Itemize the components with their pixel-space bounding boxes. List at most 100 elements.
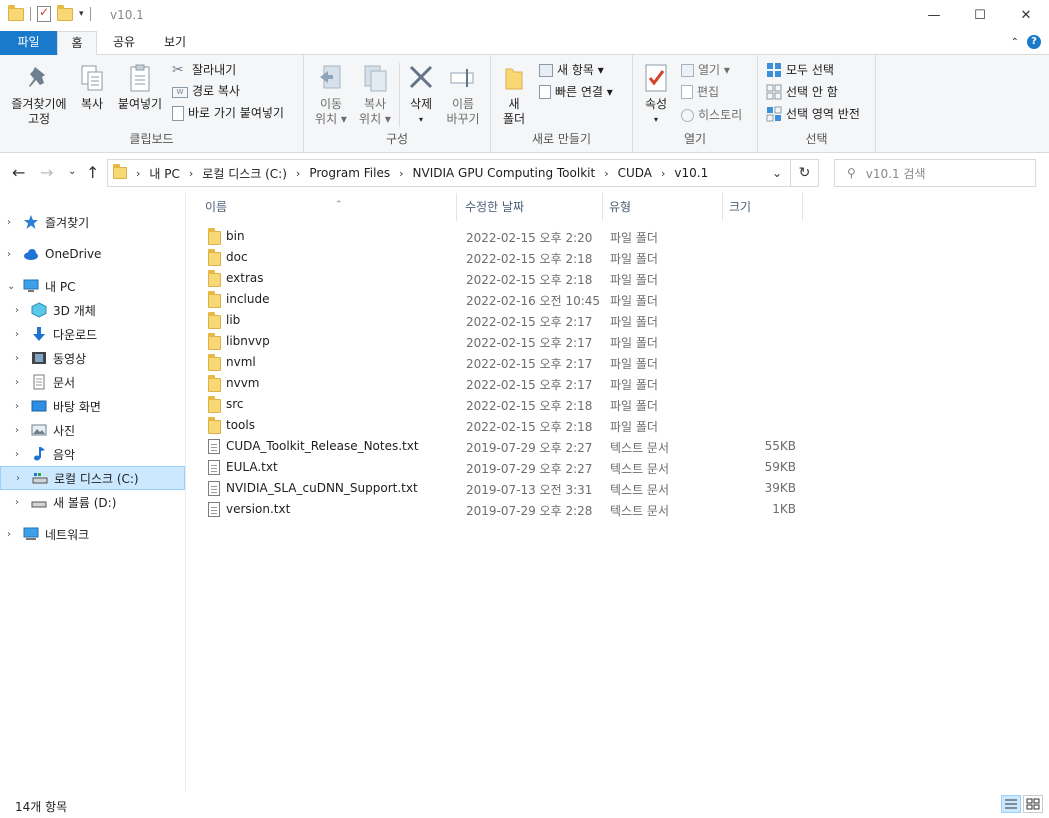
large-icons-view-button[interactable] [1023, 795, 1043, 813]
chevron-right-icon[interactable]: › [15, 329, 25, 340]
properties-button[interactable]: 속성 ▾ [641, 63, 671, 127]
easy-access-button[interactable]: 빠른 연결 ▾ [539, 82, 613, 102]
up-button[interactable]: ↑ [86, 163, 99, 182]
nav-item-documents[interactable]: › 문서 [0, 370, 185, 394]
breadcrumb-item[interactable]: 내 PC [149, 165, 179, 182]
nav-item-music[interactable]: › 음악 [0, 442, 185, 466]
breadcrumb-item[interactable]: NVIDIA GPU Computing Toolkit [413, 166, 596, 180]
file-row[interactable]: version.txt 2019-07-29 오후 2:28 텍스트 문서 1KB [199, 499, 799, 520]
help-icon[interactable]: ? [1027, 35, 1041, 49]
paste-button[interactable]: 붙여넣기 [114, 63, 166, 112]
column-header-name[interactable]: 이름 ⌃ [199, 193, 457, 221]
file-row[interactable]: nvml 2022-02-15 오후 2:17 파일 폴더 [199, 352, 799, 373]
new-folder-button[interactable]: 새 폴더 [499, 63, 529, 127]
breadcrumb-separator-icon[interactable]: › [604, 167, 608, 180]
file-row[interactable]: lib 2022-02-15 오후 2:17 파일 폴더 [199, 310, 799, 331]
file-row[interactable]: tools 2022-02-15 오후 2:18 파일 폴더 [199, 415, 799, 436]
new-folder-icon[interactable] [57, 4, 73, 21]
maximize-button[interactable]: ☐ [957, 0, 1003, 31]
breadcrumb-item[interactable]: v10.1 [674, 166, 708, 180]
breadcrumb-item[interactable]: 로컬 디스크 (C:) [202, 165, 287, 182]
delete-dropdown-icon[interactable]: ▾ [404, 112, 438, 127]
file-row[interactable]: bin 2022-02-15 오후 2:20 파일 폴더 [199, 226, 799, 247]
tab-file[interactable]: 파일 [0, 31, 57, 55]
chevron-right-icon[interactable]: › [15, 449, 25, 460]
file-row[interactable]: include 2022-02-16 오전 10:45 파일 폴더 [199, 289, 799, 310]
tab-home[interactable]: 홈 [57, 31, 97, 56]
search-box[interactable]: ⚲ v10.1 검색 [834, 159, 1036, 187]
breadcrumb-separator-icon[interactable]: › [136, 167, 140, 180]
breadcrumb-item[interactable]: Program Files [309, 166, 390, 180]
delete-button[interactable]: 삭제 ▾ [404, 63, 438, 127]
file-row[interactable]: libnvvp 2022-02-15 오후 2:17 파일 폴더 [199, 331, 799, 352]
cut-button[interactable]: ✂ 잘라내기 [172, 60, 236, 80]
breadcrumb-item[interactable]: CUDA [618, 166, 652, 180]
chevron-right-icon[interactable]: › [7, 217, 17, 228]
file-row[interactable]: extras 2022-02-15 오후 2:18 파일 폴더 [199, 268, 799, 289]
file-row[interactable]: EULA.txt 2019-07-29 오후 2:27 텍스트 문서 59KB [199, 457, 799, 478]
edit-button[interactable]: 편집 [681, 82, 719, 102]
breadcrumb-separator-icon[interactable]: › [189, 167, 193, 180]
select-all-button[interactable]: 모두 선택 [766, 60, 834, 80]
breadcrumb-separator-icon[interactable]: › [661, 167, 665, 180]
chevron-down-icon[interactable]: ⌄ [7, 281, 17, 292]
customize-toolbar-icon[interactable]: ▾ [79, 9, 84, 19]
file-row[interactable]: doc 2022-02-15 오후 2:18 파일 폴더 [199, 247, 799, 268]
file-row[interactable]: CUDA_Toolkit_Release_Notes.txt 2019-07-29… [199, 436, 799, 457]
details-view-button[interactable] [1001, 795, 1021, 813]
properties-icon[interactable] [37, 5, 51, 22]
copy-button[interactable]: 복사 [76, 63, 108, 112]
nav-item-desktop[interactable]: › 바탕 화면 [0, 394, 185, 418]
chevron-right-icon[interactable]: › [15, 497, 25, 508]
column-header-size[interactable]: 크기 [723, 193, 803, 221]
file-row[interactable]: nvvm 2022-02-15 오후 2:17 파일 폴더 [199, 373, 799, 394]
nav-item-this-pc[interactable]: ⌄ 내 PC [0, 274, 185, 298]
address-bar[interactable]: › 내 PC › 로컬 디스크 (C:) › Program Files › N… [107, 159, 819, 187]
nav-item-quick-access[interactable]: › 즐겨찾기 [0, 210, 185, 234]
column-header-type[interactable]: 유형 [603, 193, 723, 221]
tab-view[interactable]: 보기 [152, 31, 198, 55]
chevron-right-icon[interactable]: › [16, 473, 26, 484]
select-none-button[interactable]: 선택 안 함 [766, 82, 838, 102]
file-row[interactable]: src 2022-02-15 오후 2:18 파일 폴더 [199, 394, 799, 415]
chevron-right-icon[interactable]: › [15, 401, 25, 412]
recent-locations-button[interactable]: ⌄ [68, 166, 76, 177]
chevron-right-icon[interactable]: › [15, 353, 25, 364]
nav-item-local-disk-c[interactable]: › 로컬 디스크 (C:) [0, 466, 185, 490]
chevron-right-icon[interactable]: › [7, 249, 17, 260]
copy-to-button[interactable]: 복사 위치 ▾ [354, 63, 396, 127]
breadcrumb-separator-icon[interactable]: › [399, 167, 403, 180]
history-button[interactable]: 히스토리 [681, 105, 742, 125]
file-row[interactable]: NVIDIA_SLA_cuDNN_Support.txt 2019-07-13 오… [199, 478, 799, 499]
refresh-button[interactable]: ↻ [790, 160, 818, 186]
back-button[interactable]: ← [12, 163, 25, 182]
nav-item-videos[interactable]: › 동영상 [0, 346, 185, 370]
address-history-button[interactable]: ⌄ [764, 166, 790, 180]
invert-selection-button[interactable]: 선택 영역 반전 [766, 104, 860, 124]
nav-item-onedrive[interactable]: › OneDrive [0, 242, 185, 266]
copy-path-button[interactable]: W 경로 복사 [172, 81, 240, 101]
breadcrumb-separator-icon[interactable]: › [296, 167, 300, 180]
new-item-button[interactable]: 새 항목 ▾ [539, 60, 604, 80]
minimize-button[interactable]: — [911, 0, 957, 31]
chevron-right-icon[interactable]: › [15, 377, 25, 388]
chevron-right-icon[interactable]: › [15, 425, 25, 436]
nav-item-3d-objects[interactable]: › 3D 개체 [0, 298, 185, 322]
collapse-ribbon-icon[interactable]: ⌃ [1011, 37, 1019, 48]
column-header-date[interactable]: 수정한 날짜 [459, 193, 603, 221]
forward-button[interactable]: → [40, 163, 53, 182]
tab-share[interactable]: 공유 [101, 31, 147, 55]
nav-item-pictures[interactable]: › 사진 [0, 418, 185, 442]
open-button[interactable]: 열기 ▾ [681, 60, 730, 80]
pin-to-quick-access-button[interactable]: 즐겨찾기에 고정 [6, 63, 72, 127]
nav-item-new-volume-d[interactable]: › 새 볼륨 (D:) [0, 490, 185, 514]
close-button[interactable]: ✕ [1003, 0, 1049, 31]
chevron-right-icon[interactable]: › [7, 529, 17, 540]
chevron-right-icon[interactable]: › [15, 305, 25, 316]
nav-item-downloads[interactable]: › 다운로드 [0, 322, 185, 346]
paste-shortcut-button[interactable]: 바로 가기 붙여넣기 [172, 103, 284, 123]
move-to-button[interactable]: 이동 위치 ▾ [310, 63, 352, 127]
properties-dropdown-icon[interactable]: ▾ [641, 112, 671, 127]
rename-button[interactable]: 이름 바꾸기 [442, 63, 484, 127]
nav-item-network[interactable]: › 네트워크 [0, 522, 185, 546]
